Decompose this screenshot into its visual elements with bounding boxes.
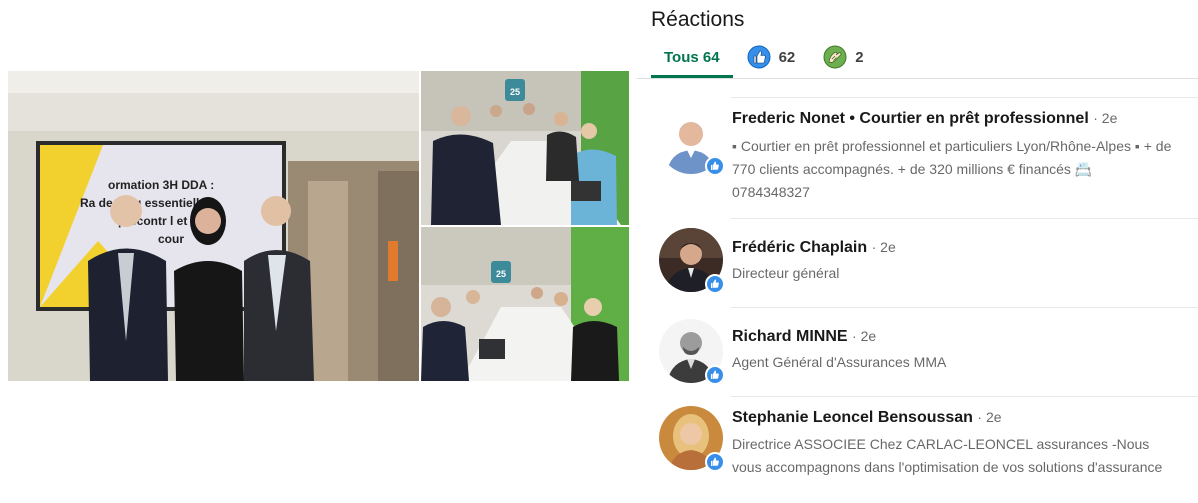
reactor-headline: Directeur général	[732, 265, 840, 281]
tab-support-reactions[interactable]: 2	[809, 36, 877, 78]
reactor-name[interactable]: Frédéric Chaplain	[732, 239, 867, 256]
list-item[interactable]: Stephanie Leoncel Bensoussan · 2e Direct…	[637, 397, 1198, 503]
name-line: Frédéric Chaplain · 2e	[732, 239, 896, 257]
screen-text-4: cour	[158, 232, 184, 246]
like-icon	[705, 365, 725, 385]
list-item[interactable]: Frederic Nonet • Courtier en prêt profes…	[637, 98, 1198, 218]
connection-degree: · 2e	[852, 328, 877, 344]
reactor-name[interactable]: Frederic Nonet • Courtier en prêt profes…	[732, 110, 1089, 127]
reactions-title: Réactions	[651, 8, 745, 31]
list-item[interactable]: Richard MINNE · 2e Agent Général d'Assur…	[637, 308, 1198, 396]
avatar[interactable]	[659, 228, 725, 294]
connection-degree: · 2e	[871, 239, 896, 255]
tab-like-reactions[interactable]: 62	[733, 36, 810, 78]
connection-degree: · 2e	[1093, 110, 1118, 126]
like-icon	[705, 156, 725, 176]
name-line: Richard MINNE · 2e	[732, 328, 876, 346]
reactions-list[interactable]: Frederic Nonet • Courtier en prêt profes…	[637, 79, 1198, 503]
list-item[interactable]: Frédéric Chaplain · 2e Directeur général	[637, 219, 1198, 307]
tab-support-count: 2	[855, 48, 864, 66]
post-photo-meeting-1[interactable]: 25	[421, 71, 629, 225]
post-photo-main[interactable]: ormation 3H DDA : Ra des règ essentielle…	[8, 71, 419, 381]
like-icon	[747, 45, 771, 69]
reactions-modal: Réactions Tous 64 62 2 Frederic Nonet • …	[637, 0, 1198, 503]
reactor-name[interactable]: Richard MINNE	[732, 328, 848, 345]
reactor-name[interactable]: Stephanie Leoncel Bensoussan	[732, 409, 973, 426]
screen-text-2: Ra des règ essentielle	[80, 196, 206, 210]
avatar[interactable]	[659, 319, 725, 385]
reactor-headline: ▪ Courtier en prêt professionnel et part…	[732, 138, 1172, 200]
tab-all-label: Tous 64	[664, 48, 720, 66]
like-icon	[705, 452, 725, 472]
post-photo-meeting-2[interactable]: 25	[421, 227, 629, 381]
reactions-tabs: Tous 64 62 2	[651, 36, 878, 78]
name-line: Stephanie Leoncel Bensoussan · 2e	[732, 409, 1002, 427]
tab-like-count: 62	[778, 48, 796, 66]
svg-text:25: 25	[496, 269, 506, 279]
reactor-headline: Agent Général d'Assurances MMA	[732, 354, 947, 370]
tab-all-reactions[interactable]: Tous 64	[651, 36, 733, 78]
screen-text-1: ormation 3H DDA :	[108, 178, 214, 192]
sticker-label: 25	[510, 87, 520, 97]
like-icon	[705, 274, 725, 294]
avatar[interactable]	[659, 406, 725, 472]
support-icon	[823, 45, 847, 69]
reactor-headline: Directrice ASSOCIEE Chez CARLAC-LEONCEL …	[732, 436, 1163, 475]
name-line: Frederic Nonet • Courtier en prêt profes…	[732, 110, 1117, 128]
connection-degree: · 2e	[977, 409, 1002, 425]
avatar[interactable]	[659, 110, 725, 176]
